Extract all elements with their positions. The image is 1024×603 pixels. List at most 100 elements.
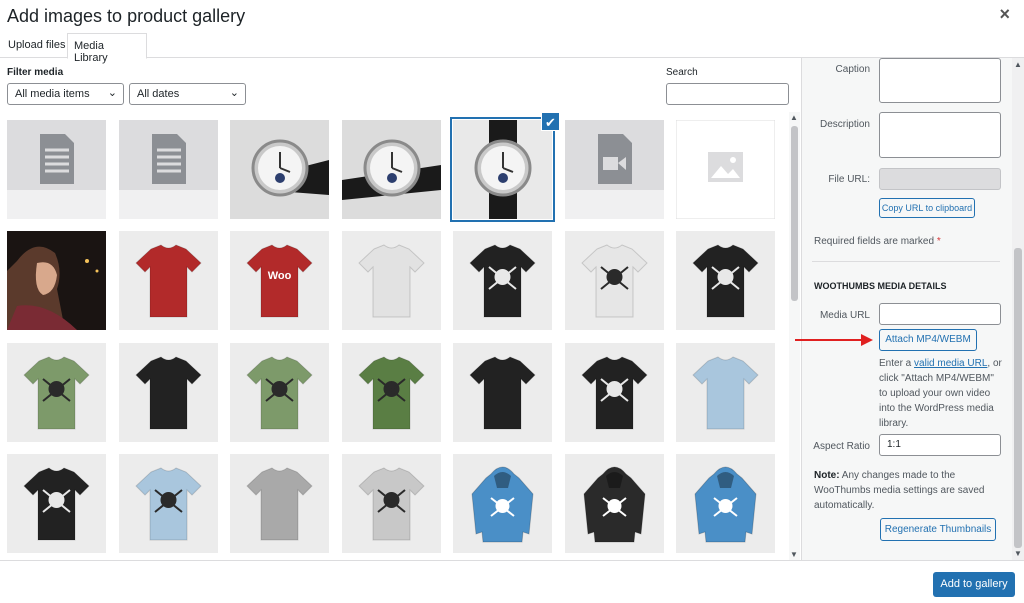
attachment-thumbnail[interactable] <box>230 342 329 442</box>
attachment-thumbnail[interactable] <box>453 342 552 442</box>
modal-title: Add images to product gallery <box>7 6 246 26</box>
scroll-down-icon[interactable]: ▼ <box>1014 549 1022 558</box>
scroll-down-icon[interactable]: ▼ <box>790 550 798 559</box>
attachment-thumbnail[interactable] <box>341 120 441 219</box>
attachment-thumbnail[interactable] <box>564 231 664 331</box>
attachment-thumbnail[interactable] <box>230 453 329 553</box>
attachment-preview <box>676 453 775 553</box>
attachment-thumbnail[interactable] <box>118 453 218 553</box>
attachment-thumbnail[interactable] <box>7 120 106 219</box>
attachments-grid: Woo <box>0 112 788 560</box>
attachment-preview <box>564 453 664 553</box>
chevron-down-icon: ⌄ <box>229 87 239 99</box>
required-fields-text: Required fields are marked <box>814 236 935 247</box>
attachment-preview <box>118 342 218 442</box>
attachment-thumbnail[interactable] <box>341 453 441 553</box>
attachment-preview <box>564 342 664 442</box>
attachment-thumbnail[interactable] <box>7 342 106 442</box>
attachment-preview <box>341 453 441 553</box>
scroll-up-icon[interactable]: ▲ <box>1014 60 1022 69</box>
attachment-thumbnail[interactable] <box>564 120 664 219</box>
scroll-up-icon[interactable]: ▲ <box>790 113 798 122</box>
media-url-label: Media URL <box>819 310 870 321</box>
media-type-select[interactable]: All media items ⌄ <box>7 83 124 105</box>
media-url-help: Enter a valid media URL, or click "Attac… <box>879 356 1004 431</box>
attachment-thumbnail[interactable] <box>450 117 555 222</box>
attachment-details-sidebar: Caption Description File URL: Copy URL t… <box>802 58 1012 560</box>
woothumbs-heading: WOOTHUMBS MEDIA DETAILS <box>814 281 947 291</box>
attachment-preview <box>341 120 441 219</box>
caption-field[interactable] <box>879 58 1001 103</box>
attachment-thumbnail[interactable] <box>118 231 218 331</box>
media-modal: Add images to product gallery × Upload f… <box>0 0 1024 603</box>
file-url-label: File URL: <box>828 174 870 185</box>
tab-upload-files[interactable]: Upload files <box>2 33 71 59</box>
aspect-ratio-input[interactable]: 1:1 <box>879 434 1001 456</box>
attachment-preview <box>7 231 106 331</box>
attachment-thumbnail[interactable] <box>453 231 552 331</box>
help-prefix: Enter a <box>879 358 912 369</box>
attachment-thumbnail[interactable] <box>341 342 441 442</box>
sidebar-scroll-thumb[interactable] <box>1014 248 1022 548</box>
attachment-preview <box>564 231 664 331</box>
close-icon[interactable]: × <box>999 4 1010 25</box>
section-divider <box>812 261 1000 262</box>
attachment-thumbnail[interactable] <box>118 120 218 219</box>
description-label: Description <box>819 119 870 130</box>
attachment-thumbnail[interactable]: Woo <box>230 231 329 331</box>
attachment-thumbnail[interactable] <box>230 120 329 219</box>
attachment-preview <box>676 120 775 219</box>
add-to-gallery-button[interactable]: Add to gallery <box>933 572 1015 597</box>
attach-mp4-webm-button[interactable]: Attach MP4/WEBM <box>879 329 977 351</box>
search-input[interactable] <box>666 83 789 105</box>
footer-divider <box>0 560 1024 561</box>
woothumbs-note: Note: Any changes made to the WooThumbs … <box>814 468 1002 513</box>
required-fields-note: Required fields are marked * <box>814 236 941 247</box>
required-asterisk: * <box>936 236 941 247</box>
attachment-thumbnail[interactable] <box>7 453 106 553</box>
attachment-preview <box>453 120 552 219</box>
media-date-value: All dates <box>137 88 180 100</box>
attachment-preview <box>676 231 775 331</box>
aspect-ratio-label: Aspect Ratio <box>813 441 870 452</box>
attachment-thumbnail[interactable] <box>453 453 552 553</box>
valid-media-url-link[interactable]: valid media URL <box>914 358 987 369</box>
attachment-thumbnail[interactable] <box>564 453 664 553</box>
attachment-thumbnail[interactable] <box>564 342 664 442</box>
attachment-preview <box>118 120 218 219</box>
media-url-input[interactable] <box>879 303 1001 325</box>
svg-text:Woo: Woo <box>268 270 292 282</box>
attachment-preview <box>453 231 552 331</box>
copy-url-button[interactable]: Copy URL to clipboard <box>879 198 975 218</box>
attachment-thumbnail[interactable] <box>7 231 106 331</box>
sidebar-scrollbar[interactable]: ▲ ▼ <box>1012 58 1024 560</box>
attachment-thumbnail[interactable] <box>676 453 775 553</box>
selected-check-icon[interactable]: ✔ <box>541 112 560 131</box>
filter-media-label: Filter media <box>7 67 64 78</box>
media-type-value: All media items <box>15 88 90 100</box>
annotation-arrow-icon <box>795 334 873 346</box>
attachment-preview <box>453 342 552 442</box>
attachment-preview <box>564 120 664 219</box>
attachment-preview <box>230 342 329 442</box>
attachment-preview <box>230 120 329 219</box>
file-url-field[interactable] <box>879 168 1001 190</box>
attachment-thumbnail[interactable] <box>341 231 441 331</box>
attachment-preview <box>118 453 218 553</box>
grid-scroll-thumb[interactable] <box>791 126 798 301</box>
note-label: Note: <box>814 470 840 481</box>
attachment-preview <box>676 342 775 442</box>
attachment-thumbnail[interactable] <box>676 342 775 442</box>
media-date-select[interactable]: All dates ⌄ <box>129 83 246 105</box>
caption-label: Caption <box>835 64 870 75</box>
attachment-preview <box>7 453 106 553</box>
attachment-thumbnail[interactable] <box>118 342 218 442</box>
attachment-thumbnail[interactable] <box>676 231 775 331</box>
note-text: Any changes made to the WooThumbs media … <box>814 470 985 511</box>
tab-media-library[interactable]: Media Library <box>67 33 147 64</box>
attachment-preview <box>118 231 218 331</box>
description-field[interactable] <box>879 112 1001 158</box>
attachment-preview <box>230 453 329 553</box>
attachment-thumbnail[interactable] <box>676 120 775 219</box>
regenerate-thumbnails-button[interactable]: Regenerate Thumbnails <box>880 518 996 541</box>
